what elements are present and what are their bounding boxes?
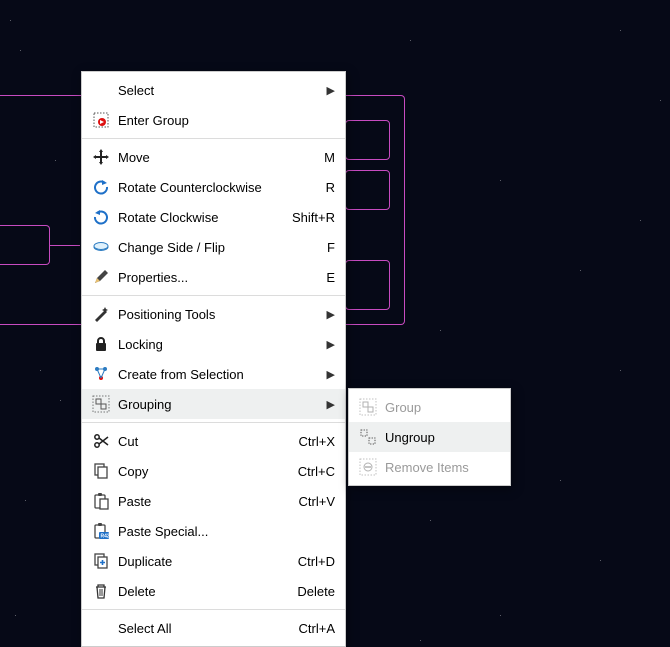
menu-separator [82,422,345,423]
menu-rotate-cw[interactable]: Rotate Clockwise Shift+R [82,202,345,232]
menu-create-from-selection[interactable]: Create from Selection ▶ [82,359,345,389]
menu-duplicate[interactable]: Duplicate Ctrl+D [82,546,345,576]
menu-label: Select [118,83,325,98]
menu-shortcut: Ctrl+A [299,621,335,636]
menu-label: Positioning Tools [118,307,325,322]
submenu-ungroup[interactable]: Ungroup [349,422,510,452]
canvas-box-2 [345,170,390,210]
enter-group-icon [90,109,112,131]
menu-delete[interactable]: Delete Delete [82,576,345,606]
menu-separator [82,138,345,139]
duplicate-icon [90,550,112,572]
menu-rotate-ccw[interactable]: Rotate Counterclockwise R [82,172,345,202]
create-selection-icon [90,363,112,385]
menu-locking[interactable]: Locking ▶ [82,329,345,359]
menu-label: Grouping [118,397,325,412]
menu-label: Enter Group [118,113,335,128]
menu-properties[interactable]: Properties... E [82,262,345,292]
chevron-right-icon: ▶ [325,84,335,97]
menu-label: Duplicate [118,554,298,569]
menu-separator [82,295,345,296]
ungroup-icon [357,426,379,448]
menu-select[interactable]: Select ▶ [82,75,345,105]
menu-separator [82,609,345,610]
menu-label: Paste Special... [118,524,335,539]
group-icon [357,396,379,418]
paste-icon [90,490,112,512]
context-menu: Select ▶ Enter Group Move M Rotate Count… [81,71,346,647]
submenu-remove-items: Remove Items [349,452,510,482]
move-icon [90,146,112,168]
canvas-connector-1 [50,245,80,246]
blank-icon [90,79,112,101]
menu-label: Remove Items [385,460,500,475]
menu-move[interactable]: Move M [82,142,345,172]
menu-label: Delete [118,584,297,599]
menu-label: Rotate Clockwise [118,210,292,225]
copy-icon [90,460,112,482]
menu-shortcut: M [324,150,335,165]
menu-shortcut: F [327,240,335,255]
grouping-icon [90,393,112,415]
chevron-right-icon: ▶ [325,308,335,321]
menu-shortcut: Delete [297,584,335,599]
pencil-icon [90,266,112,288]
menu-label: Rotate Counterclockwise [118,180,326,195]
menu-label: Paste [118,494,299,509]
menu-label: Copy [118,464,298,479]
remove-items-icon [357,456,379,478]
grouping-submenu: Group Ungroup Remove Items [348,388,511,486]
menu-label: Ungroup [385,430,500,445]
menu-copy[interactable]: Copy Ctrl+C [82,456,345,486]
rotate-ccw-icon [90,176,112,198]
menu-shortcut: Ctrl+D [298,554,335,569]
menu-label: Group [385,400,500,415]
paste-special-icon: R42 [90,520,112,542]
flip-icon [90,236,112,258]
menu-shortcut: Ctrl+V [299,494,335,509]
submenu-group: Group [349,392,510,422]
menu-label: Locking [118,337,325,352]
menu-paste-special[interactable]: R42 Paste Special... [82,516,345,546]
canvas-box-4 [345,260,390,310]
chevron-right-icon: ▶ [325,398,335,411]
scissors-icon [90,430,112,452]
menu-shortcut: Ctrl+C [298,464,335,479]
blank-icon [90,617,112,639]
chevron-right-icon: ▶ [325,368,335,381]
lock-icon [90,333,112,355]
menu-label: Properties... [118,270,326,285]
rotate-cw-icon [90,206,112,228]
menu-shortcut: Shift+R [292,210,335,225]
menu-paste[interactable]: Paste Ctrl+V [82,486,345,516]
canvas-box-3 [0,225,50,265]
menu-select-all[interactable]: Select All Ctrl+A [82,613,345,643]
menu-grouping[interactable]: Grouping ▶ [82,389,345,419]
menu-shortcut: E [326,270,335,285]
wand-icon [90,303,112,325]
menu-flip[interactable]: Change Side / Flip F [82,232,345,262]
menu-label: Move [118,150,324,165]
menu-shortcut: R [326,180,335,195]
svg-text:R42: R42 [101,534,110,540]
canvas-box-1 [345,120,390,160]
menu-cut[interactable]: Cut Ctrl+X [82,426,345,456]
menu-label: Cut [118,434,299,449]
menu-shortcut: Ctrl+X [299,434,335,449]
menu-label: Create from Selection [118,367,325,382]
menu-label: Change Side / Flip [118,240,327,255]
trash-icon [90,580,112,602]
menu-label: Select All [118,621,299,636]
chevron-right-icon: ▶ [325,338,335,351]
menu-positioning-tools[interactable]: Positioning Tools ▶ [82,299,345,329]
menu-enter-group[interactable]: Enter Group [82,105,345,135]
